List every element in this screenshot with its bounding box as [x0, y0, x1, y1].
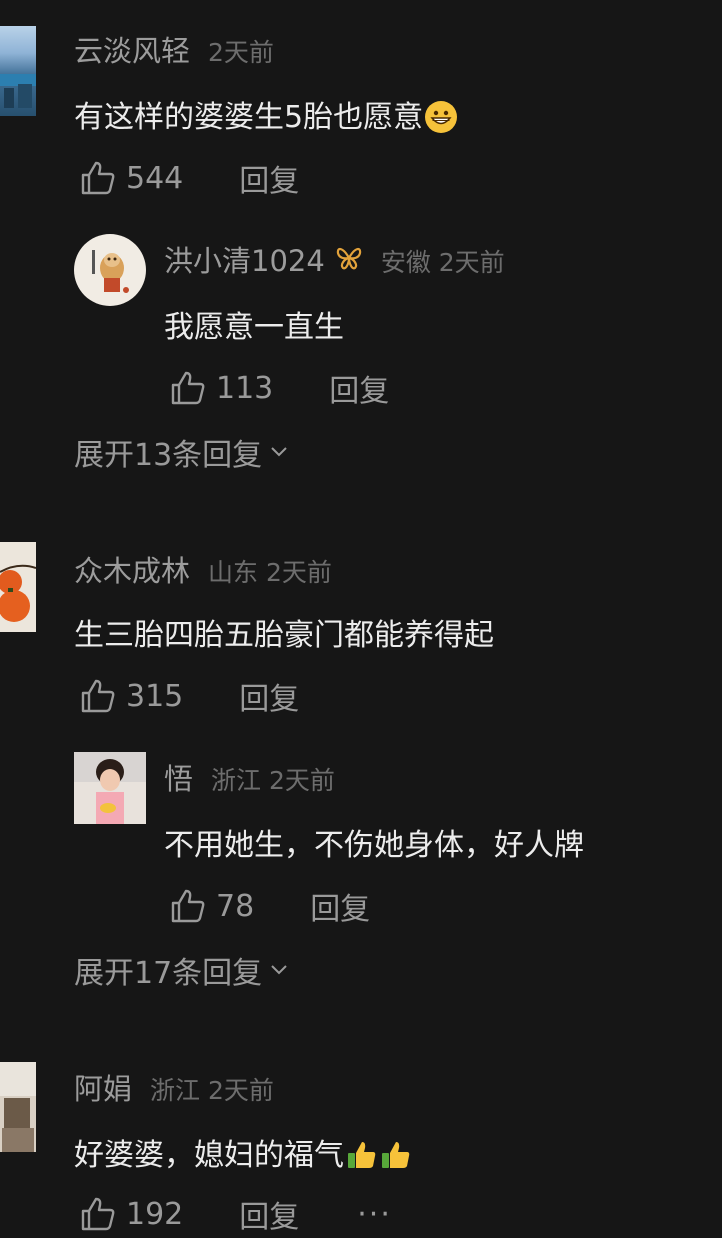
avatar-image [92, 250, 129, 293]
chevron-down-icon [271, 965, 287, 975]
thumbs-up-outline-icon [81, 161, 115, 195]
reply-button[interactable]: 回复 [329, 366, 389, 410]
like-button[interactable]: 544 [80, 160, 183, 196]
reply-username[interactable]: 悟 [164, 756, 193, 798]
reply-button[interactable]: 回复 [239, 156, 299, 200]
reply-button[interactable]: 回复 [239, 674, 299, 718]
like-button[interactable]: 78 [170, 888, 254, 924]
comment-body: 有这样的婆婆生5胎也愿意 [74, 100, 424, 135]
chevron-down-icon [271, 447, 287, 457]
reply-text: 不用她生，不伤她身体，好人牌 [164, 828, 584, 863]
expand-label: 展开13条回复 [74, 438, 263, 473]
thumbs-up-outline-icon [171, 889, 205, 923]
expand-label: 展开17条回复 [74, 956, 263, 991]
comment-meta: 山东 2天前 [208, 558, 332, 587]
avatar[interactable] [0, 1062, 36, 1152]
reply-button[interactable]: 回复 [310, 884, 370, 928]
thumbs-up-outline-icon [171, 371, 205, 405]
comment-body: 好婆婆，媳妇的福气 [74, 1138, 344, 1173]
like-count: 78 [216, 888, 255, 924]
comment-text: 有这样的婆婆生5胎也愿意 [74, 92, 458, 136]
like-count: 544 [126, 160, 184, 196]
avatar[interactable] [0, 542, 36, 632]
reply-avatar[interactable] [74, 234, 146, 306]
reply-avatar[interactable] [74, 752, 146, 824]
username[interactable]: 众木成林 [74, 548, 190, 590]
thumbs-up-outline-icon [81, 1197, 115, 1231]
avatar-image [0, 564, 36, 622]
butterfly-badge-icon [335, 245, 363, 275]
comment-text: 生三胎四胎五胎豪门都能养得起 [74, 618, 494, 653]
like-count: 192 [126, 1196, 184, 1232]
like-button[interactable]: 113 [170, 370, 273, 406]
grinning-emoji [425, 101, 458, 133]
thumbs-up-emoji [346, 1139, 378, 1171]
avatar[interactable] [0, 26, 36, 116]
username[interactable]: 阿娟 [74, 1066, 132, 1108]
more-options-button[interactable]: ··· [357, 1197, 392, 1232]
like-count: 315 [126, 678, 184, 714]
comment-text: 好婆婆，媳妇的福气 [74, 1130, 412, 1174]
avatar-image [0, 74, 36, 108]
username[interactable]: 云淡风轻 [74, 28, 190, 70]
reply-meta: 浙江 2天前 [211, 766, 335, 795]
thumbs-up-outline-icon [81, 679, 115, 713]
avatar-image [74, 752, 146, 824]
reply-button[interactable]: 回复 [239, 1192, 299, 1236]
expand-replies-button[interactable]: 展开17条回复 [74, 948, 288, 992]
avatar-image [0, 1062, 36, 1152]
expand-replies-button[interactable]: 展开13条回复 [74, 430, 288, 474]
thumbs-up-emoji [380, 1139, 412, 1171]
reply-text: 我愿意一直生 [164, 310, 344, 345]
comment-meta: 浙江 2天前 [150, 1076, 274, 1105]
reply-meta: 安徽 2天前 [380, 248, 505, 277]
like-count: 113 [216, 370, 274, 406]
comment-meta: 2天前 [208, 38, 274, 67]
like-button[interactable]: 192 [80, 1196, 183, 1232]
like-button[interactable]: 315 [80, 678, 183, 714]
reply-username[interactable]: 洪小清1024 [164, 238, 325, 280]
